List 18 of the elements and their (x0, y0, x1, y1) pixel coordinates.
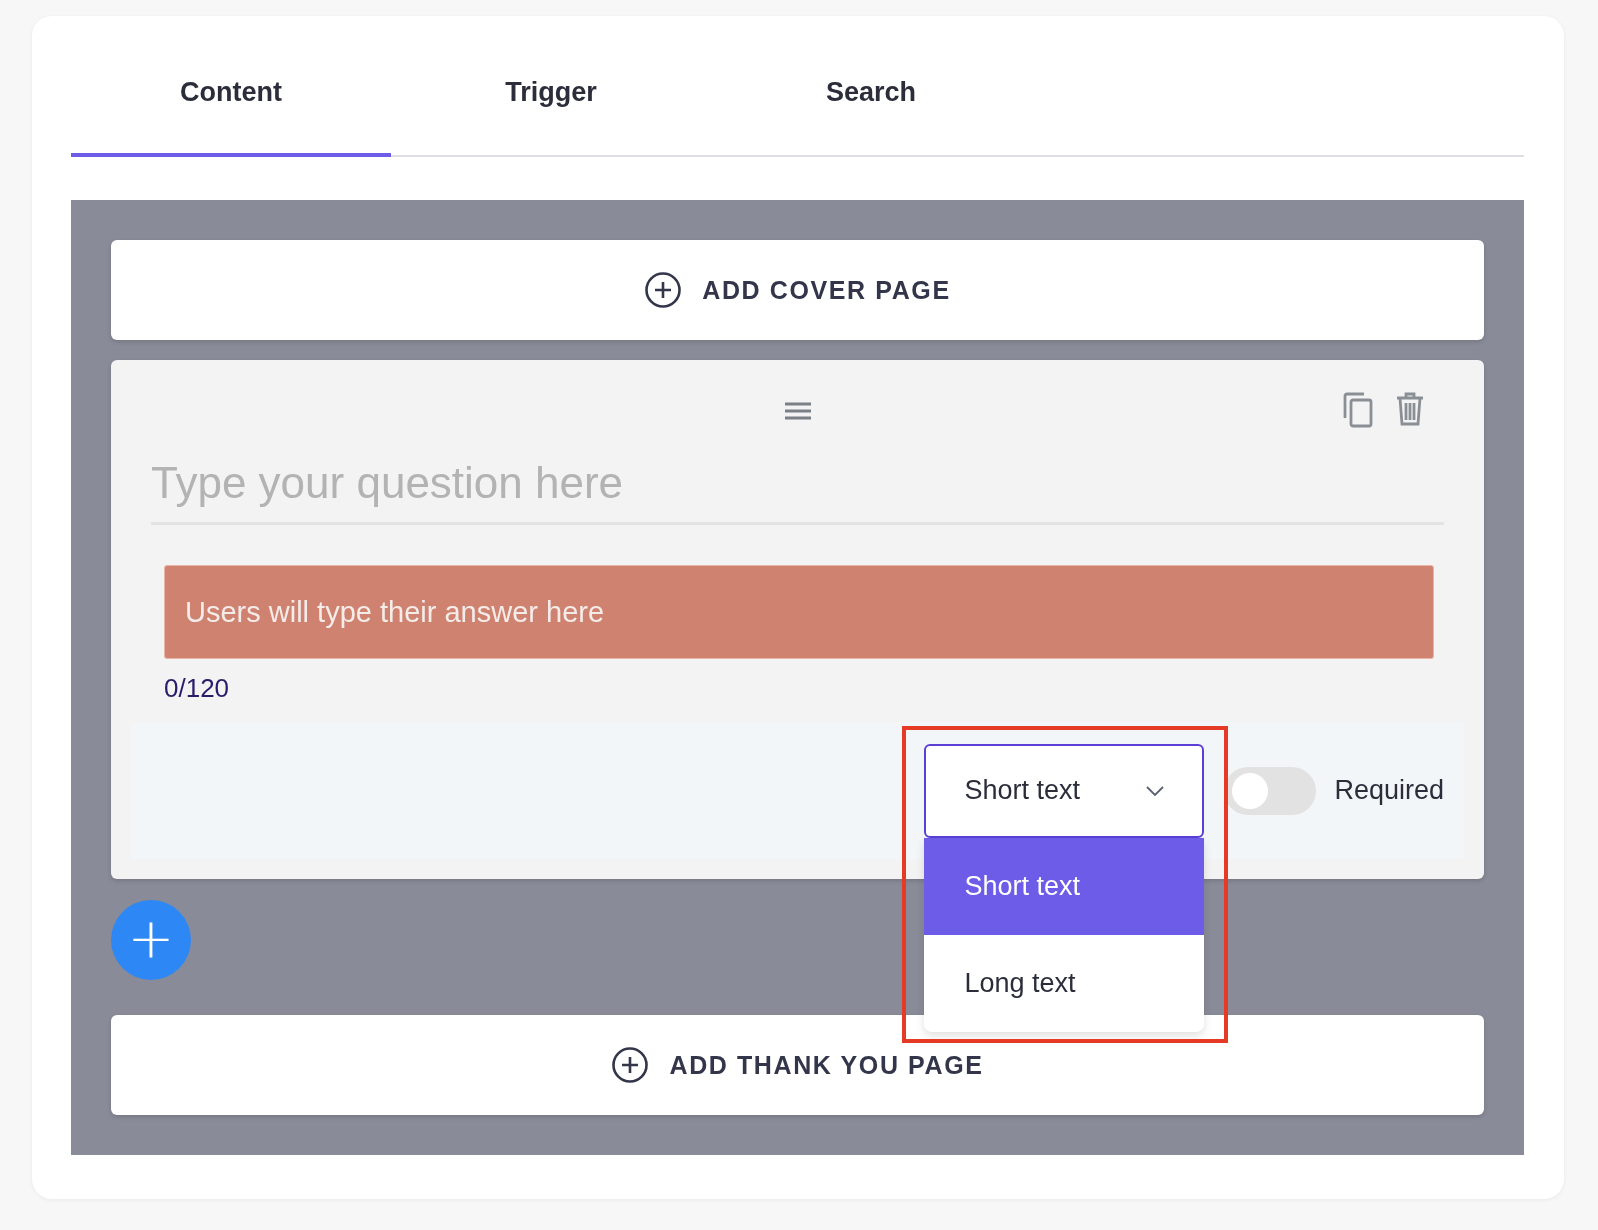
chevron-down-icon (1146, 785, 1165, 796)
trash-icon[interactable] (1396, 392, 1424, 426)
answer-field[interactable]: Users will type their answer here (164, 565, 1434, 659)
add-cover-page-button[interactable]: ADD COVER PAGE (111, 240, 1484, 340)
menu-option[interactable]: Short text (924, 837, 1205, 935)
required-label: Required (1334, 775, 1444, 806)
character-count: 0/120 (164, 673, 231, 704)
question-field[interactable]: Type your question here (151, 448, 1444, 525)
drag-handle-icon[interactable] (784, 401, 811, 421)
copy-icon[interactable] (1342, 392, 1374, 428)
tab[interactable]: Trigger (391, 16, 711, 157)
plus-circle-icon (644, 271, 683, 309)
question-type-select[interactable]: Short text (924, 743, 1205, 838)
tab[interactable]: Content (71, 16, 391, 157)
tab[interactable]: Search (711, 16, 1031, 157)
plus-circle-icon (611, 1046, 650, 1084)
add-thank-you-page-button[interactable]: ADD THANK YOU PAGE (111, 1015, 1484, 1115)
add-question-button[interactable]: + (111, 900, 191, 980)
